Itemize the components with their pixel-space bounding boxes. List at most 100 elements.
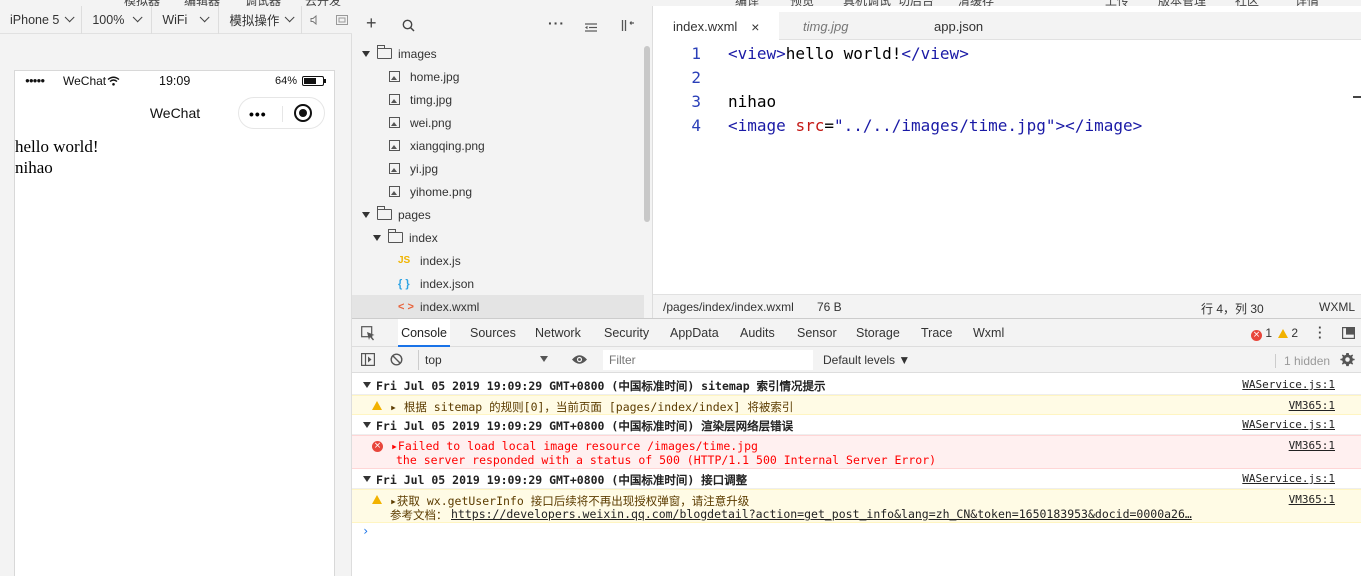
tab-app-json[interactable]: app.json xyxy=(914,12,1003,40)
devtools-tab-security[interactable]: Security xyxy=(604,319,649,347)
log-source-link[interactable]: WAService.js:1 xyxy=(1242,472,1335,485)
tree-file-yihome-png[interactable]: yihome.png xyxy=(389,180,679,203)
tree-file-index-json[interactable]: { } index.json xyxy=(398,272,688,295)
sort-icon[interactable] xyxy=(584,20,598,36)
add-file-icon[interactable]: + xyxy=(366,14,377,32)
more-icon[interactable]: ••• xyxy=(249,106,267,122)
context-select[interactable]: top xyxy=(418,350,554,370)
doc-link[interactable]: https://developers.weixin.qq.com/blogdet… xyxy=(451,507,1192,521)
language-mode[interactable]: WXML xyxy=(1319,300,1355,314)
page-text-hello: hello world! xyxy=(15,137,99,156)
log-group-title: Fri Jul 05 2019 19:09:29 GMT+0800 (中国标准时… xyxy=(376,473,748,487)
image-file-icon xyxy=(389,71,400,82)
operation-select[interactable]: 模拟操作 xyxy=(219,5,303,34)
devtools-tab-storage[interactable]: Storage xyxy=(856,319,900,347)
log-source-link[interactable]: VM365:1 xyxy=(1289,439,1335,452)
zoom-label: 100% xyxy=(92,12,125,27)
tree-item-label: xiangqing.png xyxy=(410,138,485,153)
tab-index-wxml[interactable]: index.wxml × xyxy=(653,12,780,41)
code-line[interactable]: 4 <image src="../../images/time.jpg"></im… xyxy=(653,116,1353,140)
tree-file-timg-jpg[interactable]: timg.jpg xyxy=(389,88,679,111)
log-source-link[interactable]: WAService.js:1 xyxy=(1242,418,1335,431)
tree-file-xiangqing-png[interactable]: xiangqing.png xyxy=(389,134,679,157)
devtools-tab-audits[interactable]: Audits xyxy=(740,319,775,347)
tab-label: index.wxml xyxy=(673,19,738,34)
tree-file-yi-jpg[interactable]: yi.jpg xyxy=(389,157,679,180)
warning-icon xyxy=(372,401,382,410)
close-icon[interactable]: × xyxy=(751,19,759,35)
menu-capsule[interactable]: ••• xyxy=(238,97,325,129)
sidebar-toggle-icon[interactable] xyxy=(361,353,376,369)
close-mini-program-icon[interactable] xyxy=(294,104,312,122)
more-vertical-icon[interactable]: · · · xyxy=(1318,321,1322,344)
sound-icon[interactable] xyxy=(302,6,328,34)
scroll-marker xyxy=(1353,96,1361,98)
chevron-down-icon xyxy=(65,12,75,23)
devtools-panel: Console Sources Network Security AppData Audi… xyxy=(352,318,1361,576)
log-warning-message[interactable]: ▸ 根据 sitemap 的规则[0]，当前页面 [pages/index/in… xyxy=(352,395,1361,415)
tree-folder-pages[interactable]: pages xyxy=(362,203,652,226)
log-source-link[interactable]: VM365:1 xyxy=(1289,399,1335,412)
devtools-tab-trace[interactable]: Trace xyxy=(921,319,953,347)
image-file-icon xyxy=(389,186,400,197)
tab-label: timg.jpg xyxy=(803,18,849,34)
devtools-tab-network[interactable]: Network xyxy=(535,319,581,347)
wxml-file-icon: < > xyxy=(398,300,414,313)
log-error-message[interactable]: × ▸Failed to load local image resource /i… xyxy=(352,435,1361,469)
log-message-line: ▸ 根据 sitemap 的规则[0]，当前页面 [pages/index/in… xyxy=(390,400,794,414)
log-group-header[interactable]: Fri Jul 05 2019 19:09:29 GMT+0800 (中国标准时… xyxy=(352,415,1361,435)
log-levels-select[interactable]: Default levels ▼ xyxy=(823,353,910,367)
tree-file-home-jpg[interactable]: home.jpg xyxy=(389,65,679,88)
eye-icon[interactable] xyxy=(571,354,588,368)
code-text: nihao xyxy=(728,92,776,111)
devtools-tab-appdata[interactable]: AppData xyxy=(670,319,719,347)
code-token: nihao xyxy=(728,92,777,111)
clear-console-icon[interactable] xyxy=(390,353,403,369)
dock-icon[interactable] xyxy=(1342,327,1356,342)
zoom-select[interactable]: 100% xyxy=(82,5,153,34)
tree-folder-images[interactable]: images xyxy=(362,42,652,65)
log-source-link[interactable]: VM365:1 xyxy=(1289,493,1335,506)
tab-timg-jpg[interactable]: timg.jpg xyxy=(783,12,908,40)
warning-icon xyxy=(372,495,382,504)
tree-item-label: yihome.png xyxy=(410,184,473,199)
log-group-header[interactable]: Fri Jul 05 2019 19:09:29 GMT+0800 (中国标准时… xyxy=(352,375,1361,395)
tree-folder-index[interactable]: index xyxy=(373,226,663,249)
tree-file-index-js[interactable]: JS index.js xyxy=(398,249,688,272)
code-line[interactable]: 2 xyxy=(653,68,1353,92)
log-group-header[interactable]: Fri Jul 05 2019 19:09:29 GMT+0800 (中国标准时… xyxy=(352,469,1361,489)
tree-scrollbar[interactable] xyxy=(644,46,650,222)
tree-file-wei-png[interactable]: wei.png xyxy=(389,111,679,134)
devtools-tab-wxml[interactable]: Wxml xyxy=(973,319,1004,347)
network-select[interactable]: WiFi xyxy=(152,5,220,34)
line-number: 3 xyxy=(691,92,701,111)
code-token: "../../images/time.jpg" xyxy=(833,116,1056,135)
caret-down-icon xyxy=(363,382,371,388)
error-count-badge[interactable]: × 1 xyxy=(1251,326,1272,341)
inspect-element-icon[interactable] xyxy=(361,326,376,344)
code-editor-pane: index.wxml × timg.jpg app.json 1 <view>he… xyxy=(652,6,1361,318)
settings-gear-icon[interactable] xyxy=(1340,352,1355,370)
device-label: iPhone 5 xyxy=(10,12,60,27)
search-icon[interactable] xyxy=(402,19,415,35)
code-line[interactable]: 1 <view>hello world!</view> xyxy=(653,44,1353,68)
folder-open-icon xyxy=(377,45,392,59)
log-source-link[interactable]: WAService.js:1 xyxy=(1242,378,1335,391)
more-icon[interactable]: ··· xyxy=(548,15,565,31)
code-line[interactable]: 3 nihao xyxy=(653,92,1353,116)
devtools-tab-sources[interactable]: Sources xyxy=(470,319,516,347)
tree-item-label: index.json xyxy=(420,276,475,291)
console-filter-input[interactable] xyxy=(603,350,813,370)
tree-file-index-wxml[interactable]: < > index.wxml xyxy=(352,295,644,318)
code-token: <image xyxy=(728,116,796,135)
warning-count-badge[interactable]: 2 xyxy=(1278,326,1298,340)
cursor-position[interactable]: 行 4，列 30 xyxy=(1201,300,1264,317)
collapse-panel-icon[interactable] xyxy=(621,19,635,35)
log-warning-message[interactable]: ▸获取 wx.getUserInfo 接口后续将不再出现授权弹窗，请注意升级 参考… xyxy=(352,489,1361,523)
console-prompt[interactable]: › xyxy=(362,524,369,538)
tree-item-label: pages xyxy=(398,207,431,222)
log-message-line: 参考文档： xyxy=(390,508,448,522)
devtools-tab-sensor[interactable]: Sensor xyxy=(797,319,837,347)
device-select[interactable]: iPhone 5 xyxy=(0,5,83,34)
devtools-tab-console[interactable]: Console xyxy=(398,319,450,347)
